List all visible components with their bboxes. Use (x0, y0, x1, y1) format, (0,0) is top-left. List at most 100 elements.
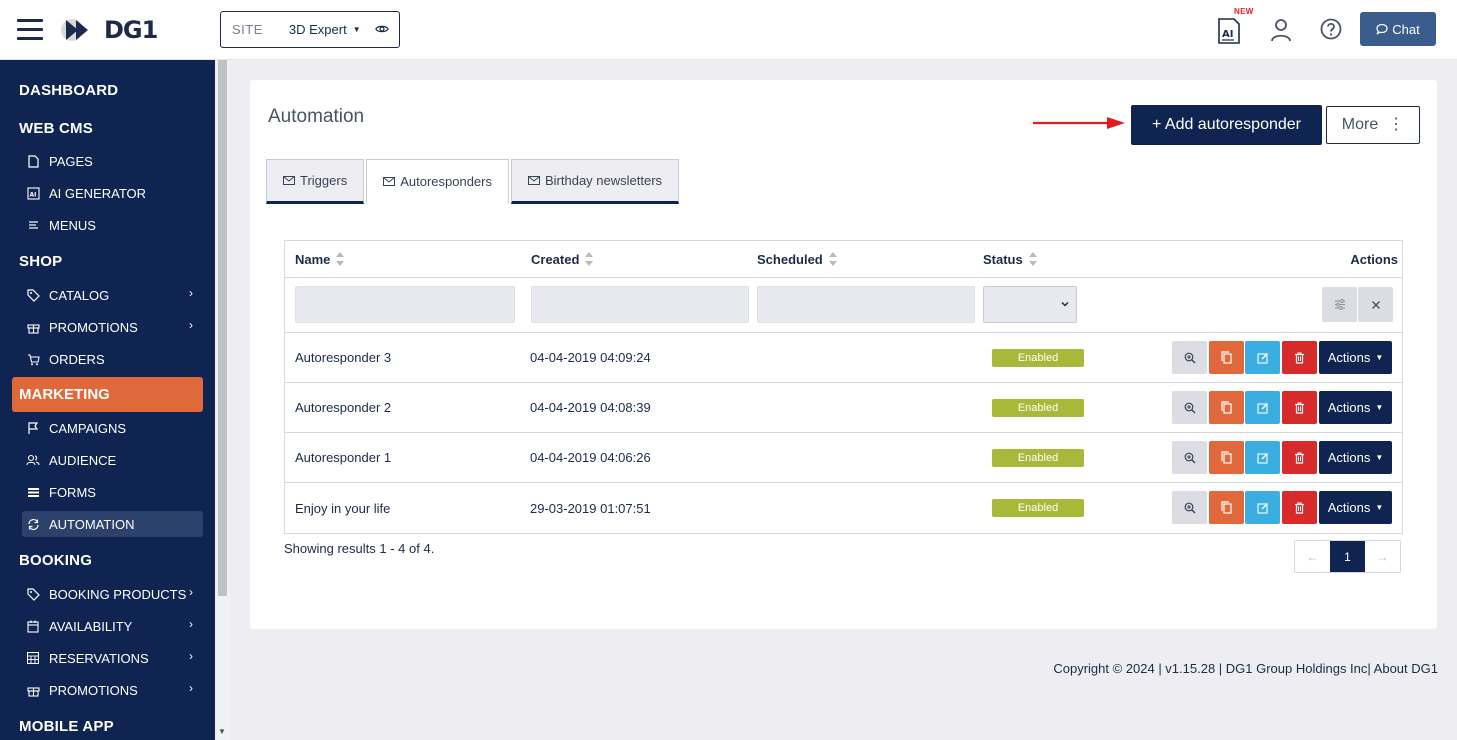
logo[interactable]: DG1 (60, 16, 158, 44)
page-icon (26, 154, 40, 168)
view-button[interactable] (1172, 341, 1207, 374)
page-number-button[interactable]: 1 (1330, 541, 1365, 572)
sort-icon[interactable] (585, 252, 594, 266)
section-marketing[interactable]: MARKETING (12, 377, 203, 412)
section-booking[interactable]: BOOKING (19, 552, 92, 569)
delete-button[interactable] (1282, 491, 1317, 524)
sidebar-item-promotions[interactable]: PROMOTIONS › (22, 314, 203, 340)
eye-icon[interactable] (375, 22, 389, 36)
section-dashboard[interactable]: DASHBOARD (19, 82, 118, 99)
sidebar-item-audience[interactable]: AUDIENCE (22, 447, 203, 473)
sidebar-item-booking-products[interactable]: BOOKING PRODUCTS › (22, 581, 203, 607)
delete-button[interactable] (1282, 391, 1317, 424)
actions-label: Actions (1327, 350, 1371, 365)
sort-icon[interactable] (336, 252, 345, 266)
column-header-scheduled[interactable]: Scheduled (757, 241, 837, 277)
actions-dropdown-button[interactable]: Actions ▼ (1319, 441, 1392, 474)
edit-button[interactable] (1245, 491, 1280, 524)
sidebar-item-label: PAGES (49, 153, 93, 169)
trash-icon (1295, 401, 1304, 414)
site-selector[interactable]: SITE 3D Expert ▼ (220, 11, 400, 48)
user-icon[interactable] (1270, 18, 1292, 42)
site-value: 3D Expert (288, 22, 347, 37)
copy-button[interactable] (1209, 341, 1244, 374)
sidebar-item-ai-generator[interactable]: AI AI GENERATOR (22, 180, 203, 206)
tag-icon (26, 587, 40, 601)
sidebar-item-forms[interactable]: FORMS (22, 479, 203, 505)
results-summary: Showing results 1 - 4 of 4. (284, 541, 435, 556)
copy-icon (1221, 451, 1232, 464)
next-page-button[interactable]: → (1365, 541, 1400, 572)
sidebar-item-pages[interactable]: PAGES (22, 148, 203, 174)
grid-calendar-icon (26, 651, 40, 665)
actions-label: Actions (1327, 500, 1371, 515)
sidebar-item-catalog[interactable]: CATALOG › (22, 282, 203, 308)
ai-document-icon[interactable]: AI (1216, 16, 1242, 46)
hamburger-menu-icon[interactable] (17, 19, 43, 41)
scheduled-filter-input[interactable] (757, 286, 975, 323)
column-header-created[interactable]: Created (531, 241, 594, 277)
tab-triggers[interactable]: Triggers (266, 159, 365, 204)
sidebar-item-booking-promotions[interactable]: PROMOTIONS › (22, 677, 203, 703)
actions-dropdown-button[interactable]: Actions ▼ (1319, 341, 1392, 374)
column-header-name[interactable]: Name (295, 241, 345, 277)
chat-bubble-icon (1376, 23, 1388, 35)
edit-button[interactable] (1245, 441, 1280, 474)
copy-button[interactable] (1209, 441, 1244, 474)
sidebar-item-orders[interactable]: ORDERS (22, 346, 203, 372)
section-mobile-app[interactable]: MOBILE APP (19, 718, 114, 735)
envelope-icon (527, 176, 540, 185)
sidebar-item-reservations[interactable]: RESERVATIONS › (22, 645, 203, 671)
copy-icon (1221, 401, 1232, 414)
section-web-cms[interactable]: WEB CMS (19, 120, 93, 137)
sort-icon[interactable] (828, 252, 837, 266)
gift-icon (26, 683, 40, 697)
sidebar-item-campaigns[interactable]: CAMPAIGNS (22, 415, 203, 441)
view-button[interactable] (1172, 391, 1207, 424)
delete-button[interactable] (1282, 441, 1317, 474)
sort-icon[interactable] (1028, 252, 1037, 266)
column-header-status[interactable]: Status (983, 241, 1037, 277)
filter-settings-button[interactable] (1322, 287, 1357, 322)
view-button[interactable] (1172, 441, 1207, 474)
more-button[interactable]: More ⋮ (1326, 106, 1420, 144)
sidebar-item-availability[interactable]: AVAILABILITY › (22, 613, 203, 639)
status-filter-select[interactable] (983, 286, 1077, 323)
actions-dropdown-button[interactable]: Actions ▼ (1319, 391, 1392, 424)
table-row: Autoresponder 3 04-04-2019 04:09:24 Enab… (285, 333, 1402, 383)
sidebar-scrollbar[interactable]: ▼ (215, 60, 230, 740)
delete-button[interactable] (1282, 341, 1317, 374)
row-created: 04-04-2019 04:06:26 (530, 450, 651, 465)
view-button[interactable] (1172, 491, 1207, 524)
name-filter-input[interactable] (295, 286, 515, 323)
menu-icon (26, 218, 40, 232)
prev-page-button[interactable]: ← (1295, 541, 1330, 572)
chat-button[interactable]: Chat (1360, 12, 1436, 46)
section-shop[interactable]: SHOP (19, 253, 62, 270)
edit-button[interactable] (1245, 391, 1280, 424)
users-icon (26, 453, 40, 467)
caret-down-icon: ▼ (1375, 353, 1384, 362)
created-filter-input[interactable] (531, 286, 749, 323)
tab-autoresponders[interactable]: Autoresponders (366, 159, 509, 204)
copy-button[interactable] (1209, 491, 1244, 524)
edit-button[interactable] (1245, 341, 1280, 374)
help-icon[interactable] (1320, 18, 1342, 40)
more-label: More (1341, 116, 1379, 133)
row-name: Autoresponder 3 (295, 350, 392, 365)
scroll-down-arrow-icon[interactable]: ▼ (218, 727, 226, 736)
tab-birthday-newsletters[interactable]: Birthday newsletters (510, 159, 680, 204)
caret-down-icon: ▼ (1375, 503, 1384, 512)
actions-dropdown-button[interactable]: Actions ▼ (1319, 491, 1392, 524)
envelope-icon (383, 177, 396, 186)
add-autoresponder-button[interactable]: + Add autoresponder (1131, 105, 1322, 145)
sidebar-item-menus[interactable]: MENUS (22, 212, 203, 238)
sidebar-item-automation[interactable]: AUTOMATION (22, 511, 203, 537)
table-row: Autoresponder 1 04-04-2019 04:06:26 Enab… (285, 433, 1402, 483)
sidebar-item-label: RESERVATIONS (49, 650, 149, 666)
copy-button[interactable] (1209, 391, 1244, 424)
pagination: ← 1 → (1294, 540, 1401, 573)
scrollbar-thumb[interactable] (218, 60, 227, 596)
clear-filter-button[interactable] (1358, 287, 1393, 322)
trash-icon (1295, 501, 1304, 514)
